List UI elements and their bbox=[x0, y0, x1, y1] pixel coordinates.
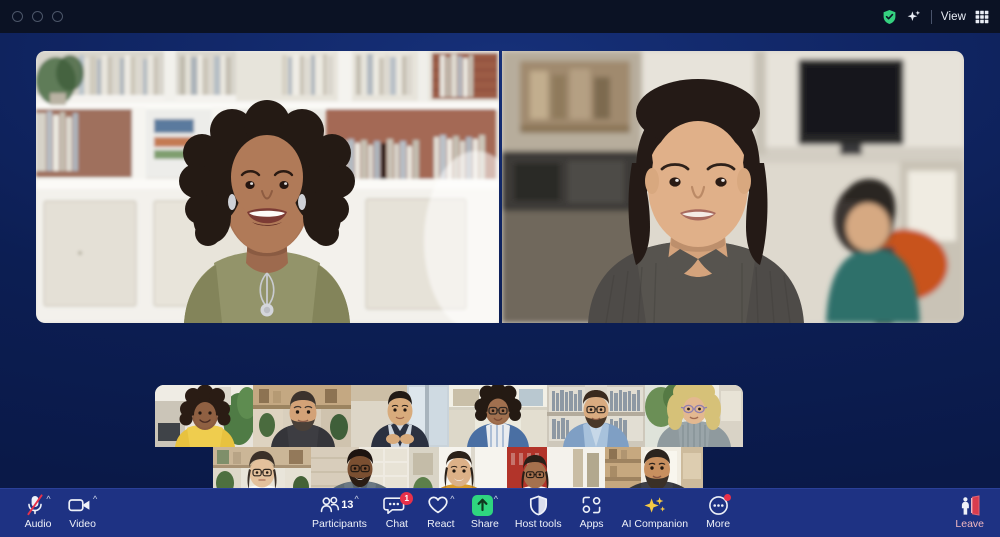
react-label: React bbox=[427, 518, 455, 530]
toolbar-center-group: 13 ^ Participants 1 Chat ^ React ^ Share… bbox=[304, 489, 740, 537]
sparkle-icon[interactable] bbox=[906, 9, 922, 25]
toolbar-left-group: ^ Audio ^ Video bbox=[16, 489, 105, 537]
meeting-toolbar: ^ Audio ^ Video 13 ^ Participants 1 Chat… bbox=[0, 488, 1000, 537]
chat-button[interactable]: 1 ^ Chat bbox=[375, 489, 419, 534]
leave-door-icon bbox=[959, 494, 981, 516]
host-tools-button[interactable]: Host tools bbox=[507, 489, 570, 534]
speaker-tile-2[interactable] bbox=[502, 51, 964, 323]
filmstrip-row-1 bbox=[155, 385, 743, 447]
video-button[interactable]: ^ Video bbox=[60, 489, 105, 534]
chevron-up-icon[interactable]: ^ bbox=[93, 495, 97, 504]
close-window-button[interactable] bbox=[12, 11, 23, 22]
toolbar-right-group: Leave bbox=[947, 489, 992, 537]
more-notification-dot bbox=[723, 493, 731, 501]
microphone-muted-icon: ^ bbox=[25, 494, 51, 516]
chat-unread-badge: 1 bbox=[400, 491, 414, 505]
meeting-stage bbox=[0, 33, 1000, 504]
maximize-window-button[interactable] bbox=[52, 11, 63, 22]
minimize-window-button[interactable] bbox=[32, 11, 43, 22]
apps-icon bbox=[581, 494, 602, 516]
shield-check-icon[interactable] bbox=[882, 9, 897, 25]
participants-count: 13 bbox=[341, 499, 354, 511]
chevron-up-icon[interactable]: ^ bbox=[46, 495, 50, 504]
titlebar-divider bbox=[930, 9, 932, 24]
chevron-up-icon[interactable]: ^ bbox=[354, 495, 358, 504]
filmstrip-thumb[interactable] bbox=[155, 385, 253, 447]
share-screen-icon: ^ bbox=[471, 494, 498, 516]
titlebar-controls: View bbox=[882, 9, 989, 25]
heart-icon: ^ bbox=[427, 494, 454, 516]
filmstrip-thumb[interactable] bbox=[351, 385, 449, 447]
filmstrip-thumb[interactable] bbox=[253, 385, 351, 447]
window-titlebar: View bbox=[0, 0, 1000, 33]
audio-label: Audio bbox=[24, 518, 52, 530]
ai-sparkles-icon bbox=[643, 494, 666, 516]
participants-button[interactable]: 13 ^ Participants bbox=[304, 489, 375, 534]
filmstrip-thumb[interactable] bbox=[547, 385, 645, 447]
ai-companion-label: AI Companion bbox=[621, 518, 689, 530]
zoom-meeting-window: View ^ Audio ^ Video 13 ^ Participants 1… bbox=[0, 0, 1000, 537]
ai-companion-button[interactable]: AI Companion bbox=[614, 489, 697, 534]
share-label: Share bbox=[470, 518, 499, 530]
more-button[interactable]: More bbox=[696, 489, 740, 534]
share-button[interactable]: ^ Share bbox=[463, 489, 507, 534]
leave-label: Leave bbox=[955, 518, 984, 530]
camera-icon: ^ bbox=[68, 494, 97, 516]
more-label: More bbox=[706, 518, 731, 530]
host-tools-label: Host tools bbox=[514, 518, 562, 530]
people-icon: 13 ^ bbox=[320, 494, 359, 516]
traffic-lights bbox=[12, 11, 63, 22]
speaker-tile-1[interactable] bbox=[36, 51, 499, 323]
participants-label: Participants bbox=[312, 518, 367, 530]
apps-label: Apps bbox=[579, 518, 604, 530]
chevron-up-icon[interactable]: ^ bbox=[450, 495, 454, 504]
audio-button[interactable]: ^ Audio bbox=[16, 489, 60, 534]
apps-button[interactable]: Apps bbox=[570, 489, 614, 534]
leave-button[interactable]: Leave bbox=[947, 489, 992, 534]
more-circle-icon bbox=[708, 493, 731, 516]
grid-icon[interactable] bbox=[975, 10, 989, 24]
chat-label: Chat bbox=[385, 518, 408, 530]
filmstrip-thumb[interactable] bbox=[449, 385, 547, 447]
react-button[interactable]: ^ React bbox=[419, 489, 463, 534]
shield-icon bbox=[529, 494, 548, 516]
filmstrip-thumb[interactable] bbox=[645, 385, 743, 447]
main-speaker-row bbox=[36, 51, 964, 323]
chat-bubble-icon: 1 ^ bbox=[383, 491, 414, 516]
chevron-up-icon[interactable]: ^ bbox=[494, 495, 498, 504]
video-label: Video bbox=[69, 518, 96, 530]
view-label[interactable]: View bbox=[941, 11, 966, 23]
